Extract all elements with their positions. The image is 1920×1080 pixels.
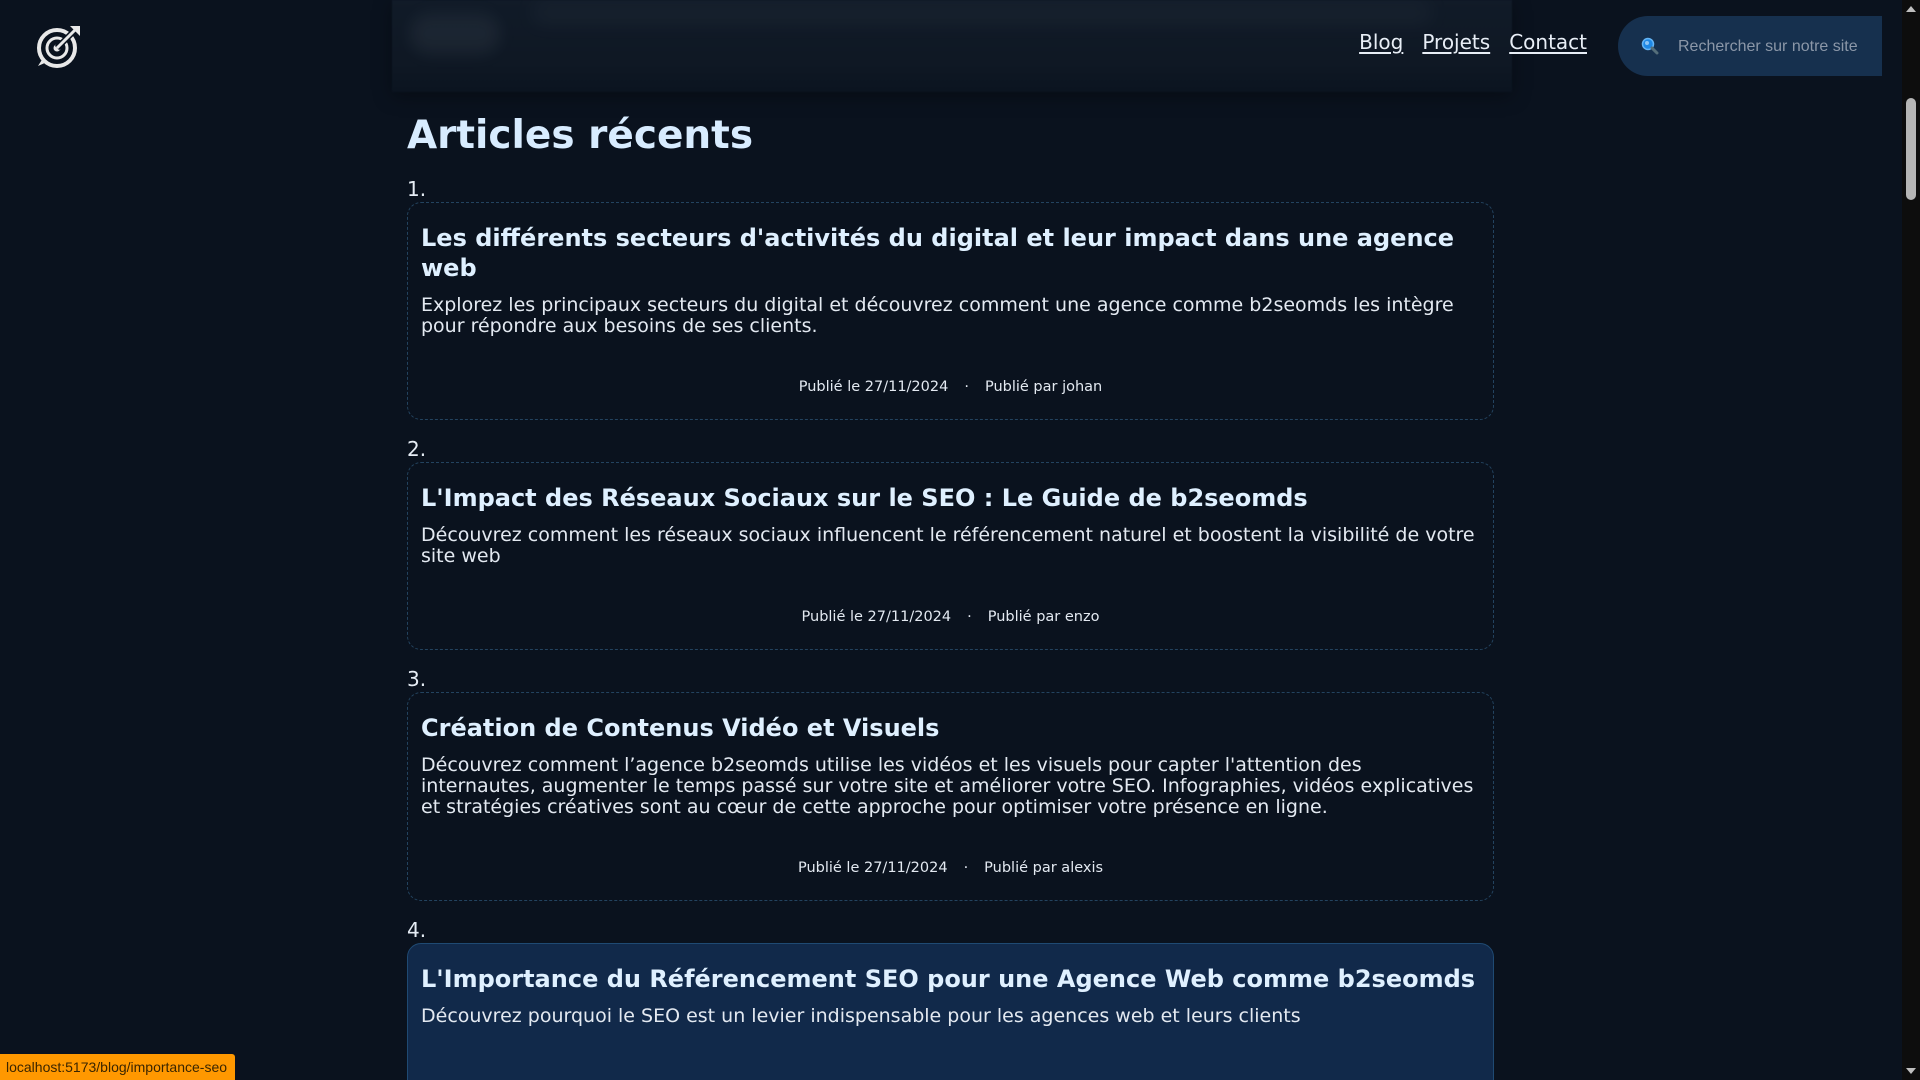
article-meta: Publié le 27/11/2024 · Publié par johan	[421, 379, 1480, 395]
meta-separator: ·	[963, 860, 969, 876]
search-icon[interactable]	[1640, 36, 1660, 56]
article-list: 1. Les différents secteurs d'activités d…	[407, 178, 1494, 1080]
article-author: Publié par alexis	[984, 860, 1104, 876]
meta-separator: ·	[967, 609, 972, 625]
status-bar-url: localhost:5173/blog/importance-seo	[0, 1054, 236, 1080]
search-input[interactable]	[1676, 28, 1880, 66]
article-title[interactable]: L'Importance du Référencement SEO pour u…	[421, 964, 1480, 994]
article-description: Découvrez comment l’agence b2seomds util…	[421, 754, 1474, 818]
blurred-shape	[410, 14, 500, 54]
article-title[interactable]: L'Impact des Réseaux Sociaux sur le SEO …	[421, 483, 1480, 513]
list-item: 2. L'Impact des Réseaux Sociaux sur le S…	[407, 438, 1494, 650]
article-meta: Publié le 27/11/2024 · Publié par alexis	[421, 860, 1480, 876]
article-title[interactable]: Création de Contenus Vidéo et Visuels	[421, 713, 1480, 743]
article-description: Découvrez comment les réseaux sociaux in…	[421, 524, 1475, 567]
list-item: 3. Création de Contenus Vidéo et Visuels…	[407, 668, 1494, 901]
list-item: 1. Les différents secteurs d'activités d…	[407, 178, 1494, 420]
article-description: Explorez les principaux secteurs du digi…	[421, 294, 1454, 337]
article-description: Découvrez pourquoi le SEO est un levier …	[421, 1005, 1301, 1027]
scroll-down-arrow-icon[interactable]	[1906, 1068, 1916, 1074]
main-content: Articles récents 1. Les différents secte…	[407, 108, 1494, 1080]
item-number: 2.	[407, 437, 427, 461]
list-item: 4. L'Importance du Référencement SEO pou…	[407, 919, 1494, 1080]
page: Blog Projets Contact Articles récents 1.…	[0, 0, 1920, 1080]
article-meta	[421, 1069, 1480, 1080]
vertical-scrollbar[interactable]	[1902, 0, 1920, 1080]
article-date: Publié le 27/11/2024	[797, 860, 948, 876]
logo-icon[interactable]	[34, 22, 84, 72]
nav-link-blog[interactable]: Blog	[1359, 30, 1403, 54]
article-author: Publié par johan	[984, 379, 1103, 395]
scroll-up-arrow-icon[interactable]	[1906, 6, 1916, 12]
item-number: 3.	[407, 667, 427, 691]
blurred-shape	[532, 4, 1432, 22]
article-card[interactable]: L'Impact des Réseaux Sociaux sur le SEO …	[407, 462, 1494, 650]
article-card[interactable]: Création de Contenus Vidéo et Visuels Dé…	[407, 692, 1494, 901]
main-nav: Blog Projets Contact	[1359, 30, 1587, 54]
header-backdrop	[392, 0, 1512, 92]
nav-link-projets[interactable]: Projets	[1422, 30, 1490, 54]
article-author: Publié par enzo	[987, 609, 1100, 625]
article-meta: Publié le 27/11/2024 · Publié par enzo	[421, 609, 1480, 625]
meta-separator: ·	[964, 379, 969, 395]
item-number: 1.	[407, 177, 427, 201]
article-date: Publié le 27/11/2024	[801, 609, 952, 625]
search-box	[1618, 16, 1882, 76]
article-date: Publié le 27/11/2024	[798, 379, 949, 395]
item-number: 4.	[407, 918, 427, 942]
scroll-thumb[interactable]	[1906, 98, 1916, 200]
article-card-hovered[interactable]: L'Importance du Référencement SEO pour u…	[407, 943, 1494, 1080]
page-title: Articles récents	[407, 113, 754, 158]
article-title[interactable]: Les différents secteurs d'activités du d…	[421, 223, 1480, 283]
article-card[interactable]: Les différents secteurs d'activités du d…	[407, 202, 1494, 420]
nav-link-contact[interactable]: Contact	[1509, 30, 1587, 54]
